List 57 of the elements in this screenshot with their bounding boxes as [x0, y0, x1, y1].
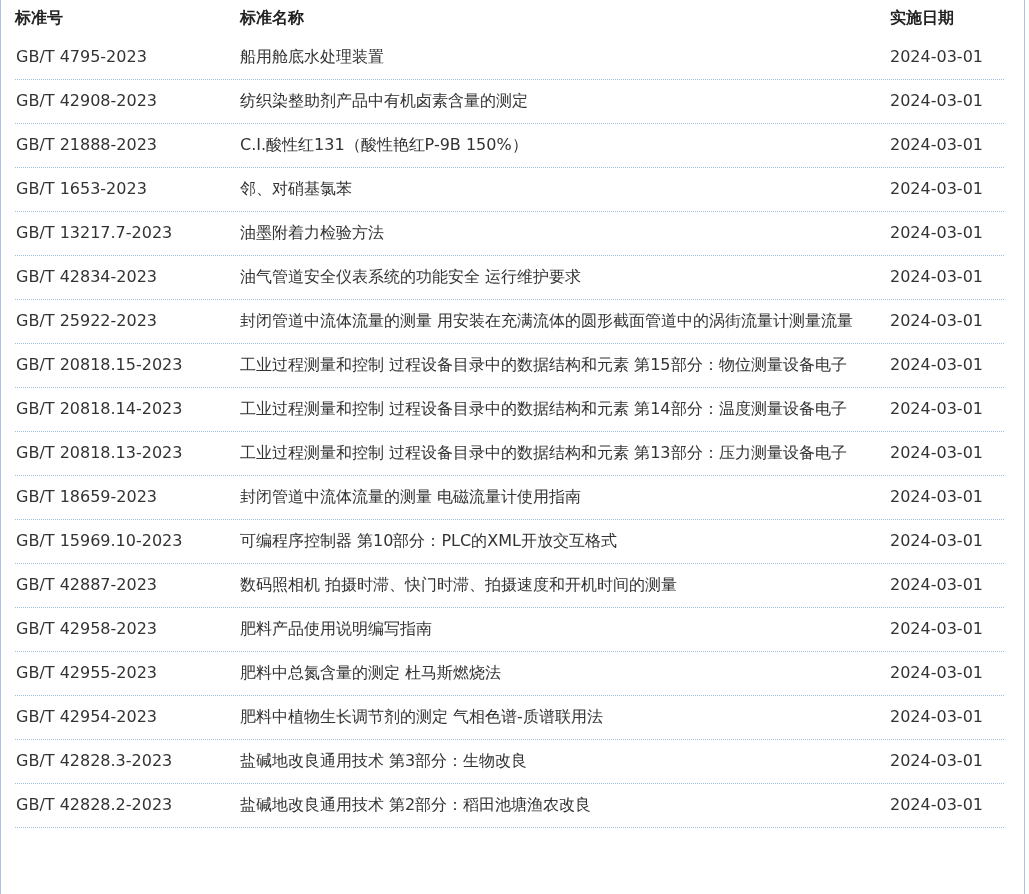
table-cell-text: GB/T 42834-2023: [15, 266, 158, 288]
table-cell-text: GB/T 4795-2023: [15, 46, 148, 68]
table-cell-text: 油气管道安全仪表系统的功能安全 运行维护要求: [240, 266, 583, 288]
table-cell-text: GB/T 25922-2023: [15, 310, 158, 332]
column-header: 标准号: [15, 7, 64, 29]
table-cell-text: 2024-03-01: [890, 46, 984, 68]
table-cell-text: GB/T 20818.15-2023: [15, 354, 184, 376]
table-cell-text: 2024-03-01: [890, 222, 984, 244]
table-cell-text: 2024-03-01: [890, 178, 984, 200]
table-cell-text: 2024-03-01: [890, 398, 984, 420]
table-cell-text: GB/T 42955-2023: [15, 662, 158, 684]
table-cell-text: 工业过程测量和控制 过程设备目录中的数据结构和元素 第15部分：物位测量设备电子: [240, 354, 848, 376]
table-cell-text: 2024-03-01: [890, 794, 984, 816]
table-cell-text: 肥料中植物生长调节剂的测定 气相色谱-质谱联用法: [240, 706, 604, 728]
table-cell-text: GB/T 20818.14-2023: [15, 398, 184, 420]
table-cell-text: 盐碱地改良通用技术 第2部分：稻田池塘渔农改良: [240, 794, 593, 816]
column-header: 标准名称: [240, 7, 305, 29]
column-header: 实施日期: [890, 7, 955, 29]
table-cell-text: C.I.酸性红131（酸性艳红P-9B 150%）: [240, 134, 529, 156]
table-cell-text: 2024-03-01: [890, 442, 984, 464]
table-cell-text: 工业过程测量和控制 过程设备目录中的数据结构和元素 第14部分：温度测量设备电子: [240, 398, 848, 420]
table-cell-text: 肥料产品使用说明编写指南: [240, 618, 433, 640]
table-cell-text: 数码照相机 拍摄时滞、快门时滞、拍摄速度和开机时间的测量: [240, 574, 679, 596]
table-cell-text: 2024-03-01: [890, 134, 984, 156]
table-cell-text: 2024-03-01: [890, 486, 984, 508]
table-cell-text: 纺织染整助剂产品中有机卤素含量的测定: [240, 90, 529, 112]
table-cell-text: 工业过程测量和控制 过程设备目录中的数据结构和元素 第13部分：压力测量设备电子: [240, 442, 848, 464]
table-cell-text: GB/T 20818.13-2023: [15, 442, 184, 464]
table-cell-text: GB/T 13217.7-2023: [15, 222, 174, 244]
table-cell-text: 2024-03-01: [890, 662, 984, 684]
table-cell-text: 封闭管道中流体流量的测量 电磁流量计使用指南: [240, 486, 583, 508]
table-cell-text: 船用舱底水处理装置: [240, 46, 385, 68]
table-cell-text: 2024-03-01: [890, 618, 984, 640]
table-cell-text: 2024-03-01: [890, 530, 984, 552]
table-cell-text: GB/T 21888-2023: [15, 134, 158, 156]
table-cell-text: GB/T 42958-2023: [15, 618, 158, 640]
table-cell-text: 2024-03-01: [890, 574, 984, 596]
table-cell-text: 2024-03-01: [890, 266, 984, 288]
table-cell-text: 邻、对硝基氯苯: [240, 178, 353, 200]
table-cell-text: 2024-03-01: [890, 706, 984, 728]
table-cell-text: 盐碱地改良通用技术 第3部分：生物改良: [240, 750, 529, 772]
table-cell-text: GB/T 1653-2023: [15, 178, 148, 200]
table-cell-text: 2024-03-01: [890, 310, 984, 332]
table-cell-text: 2024-03-01: [890, 750, 984, 772]
table-cell-text: GB/T 42954-2023: [15, 706, 158, 728]
table-cell-text: GB/T 15969.10-2023: [15, 530, 184, 552]
table-cell-text: GB/T 42908-2023: [15, 90, 158, 112]
table-cell-text: 可编程序控制器 第10部分：PLC的XML开放交互格式: [240, 530, 618, 552]
table-cell-text: 2024-03-01: [890, 90, 984, 112]
table-cell-text: GB/T 42887-2023: [15, 574, 158, 596]
table-cell-text: 油墨附着力检验方法: [240, 222, 385, 244]
table-cell-text: GB/T 18659-2023: [15, 486, 158, 508]
table-cell-text: 2024-03-01: [890, 354, 984, 376]
table-cell-text: 肥料中总氮含量的测定 杜马斯燃烧法: [240, 662, 503, 684]
table-cell-text: GB/T 42828.3-2023: [15, 750, 174, 772]
table-cell-text: GB/T 42828.2-2023: [15, 794, 174, 816]
table-cell-text: 封闭管道中流体流量的测量 用安装在充满流体的圆形截面管道中的涡街流量计测量流量: [240, 310, 855, 332]
